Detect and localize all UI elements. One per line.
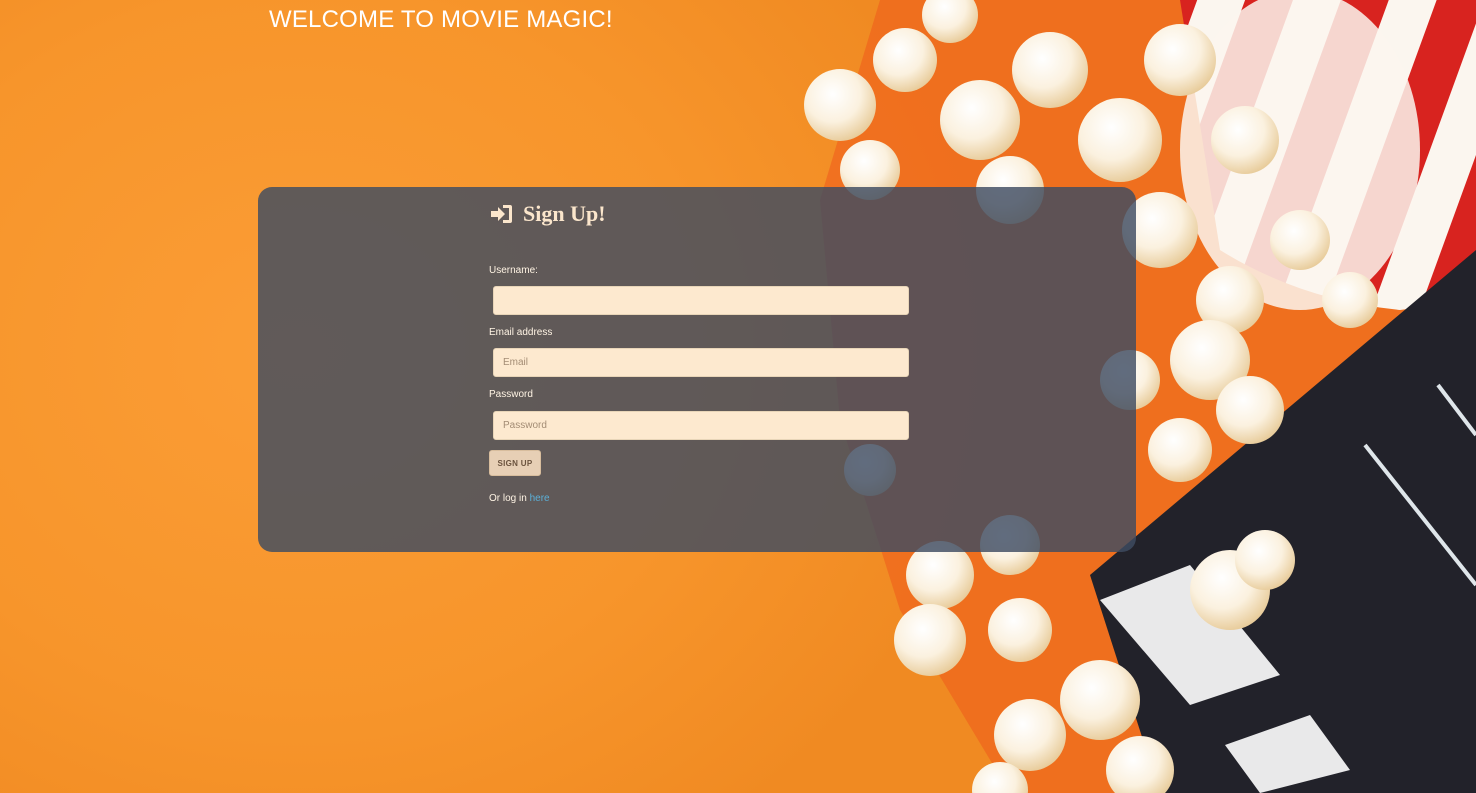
username-label: Username: — [489, 265, 538, 276]
password-label: Password — [489, 389, 533, 400]
sign-in-icon — [491, 205, 512, 223]
login-prompt-text: Or log in — [489, 493, 527, 504]
login-prompt: Or log in here — [489, 493, 550, 504]
username-field[interactable] — [493, 286, 909, 315]
signup-title: Sign Up! — [523, 201, 606, 226]
signup-panel: Sign Up! Username: Email address Passwor… — [258, 187, 1136, 552]
email-label: Email address — [489, 327, 553, 338]
signup-heading: Sign Up! — [489, 201, 606, 227]
password-field[interactable] — [493, 411, 909, 440]
login-link[interactable]: here — [530, 493, 550, 504]
site-title: WELCOME TO MOVIE MAGIC! — [269, 6, 613, 33]
email-field[interactable] — [493, 348, 909, 377]
signup-button[interactable]: SIGN UP — [489, 450, 541, 476]
